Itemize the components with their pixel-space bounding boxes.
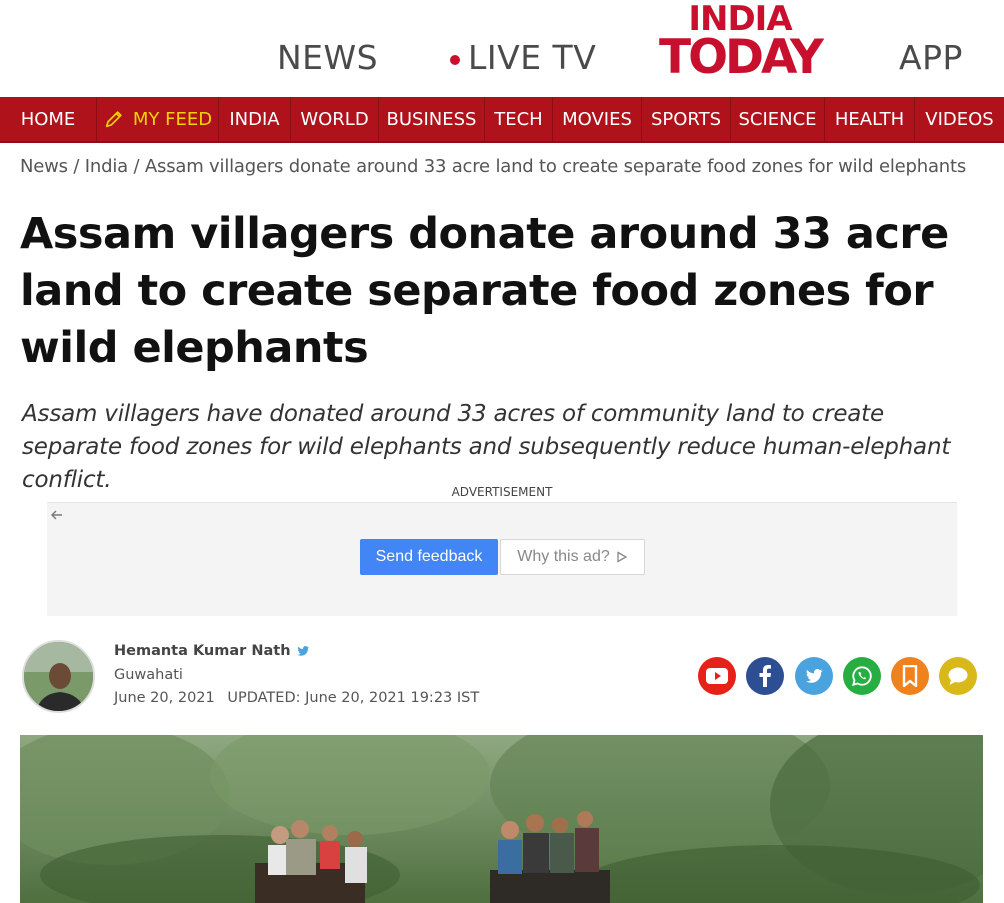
pencil-icon [105, 111, 122, 128]
india-today-logo[interactable]: INDIA TODAY [648, 2, 832, 82]
breadcrumb-news[interactable]: News [20, 156, 68, 177]
twitter-bird-icon[interactable] [296, 644, 310, 658]
article-dates: June 20, 2021 UPDATED: June 20, 2021 19:… [114, 690, 487, 706]
ad-box: Send feedback Why this ad? [47, 502, 957, 616]
comment-icon[interactable] [939, 657, 977, 695]
whatsapp-icon[interactable] [843, 657, 881, 695]
article-summary: Assam villagers have donated around 33 a… [22, 401, 951, 493]
live-dot-icon [450, 54, 460, 65]
nav-item-my-feed[interactable]: MY FEED [97, 97, 219, 141]
breadcrumb-separator: / [133, 156, 140, 177]
main-nav: HOME MY FEED INDIA WORLD BUSINESS TECH M… [0, 97, 1004, 143]
play-outline-icon [617, 551, 628, 563]
live-tv-label: LIVE TV [468, 38, 597, 77]
breadcrumb-india[interactable]: India [85, 156, 128, 177]
nav-item-india[interactable]: INDIA [219, 97, 291, 141]
top-news-link[interactable]: NEWS [277, 38, 378, 77]
why-this-ad-label: Why this ad? [517, 548, 610, 565]
breadcrumb: News / India / Assam villagers donate ar… [20, 156, 966, 177]
nav-item-science[interactable]: SCIENCE [731, 97, 825, 141]
nav-item-business[interactable]: BUSINESS [379, 97, 485, 141]
author-name[interactable]: Hemanta Kumar Nath [114, 643, 310, 659]
nav-item-world[interactable]: WORLD [291, 97, 379, 141]
top-header: NEWS LIVE TV INDIA TODAY APP [0, 0, 1004, 97]
breadcrumb-current: Assam villagers donate around 33 acre la… [144, 156, 967, 177]
send-feedback-button[interactable]: Send feedback [360, 539, 498, 575]
nav-item-health[interactable]: HEALTH [825, 97, 915, 141]
author-avatar[interactable] [22, 640, 95, 713]
author-photo [24, 642, 93, 711]
twitter-icon[interactable] [795, 657, 833, 695]
updated-date: UPDATED: June 20, 2021 19:23 IST [227, 690, 480, 706]
logo-line2: TODAY [659, 30, 824, 85]
nav-item-videos[interactable]: VIDEOS [915, 97, 1004, 141]
author-name-label: Hemanta Kumar Nath [114, 643, 291, 659]
nav-item-movies[interactable]: MOVIES [553, 97, 642, 141]
published-date: June 20, 2021 [114, 690, 215, 706]
nav-item-tech[interactable]: TECH [485, 97, 553, 141]
arrow-left-icon[interactable] [49, 507, 65, 523]
top-live-tv-link[interactable]: LIVE TV [450, 38, 596, 77]
top-app-link[interactable]: APP [899, 38, 963, 77]
elephant-safari-photo [20, 735, 983, 903]
author-location: Guwahati [114, 667, 183, 683]
why-this-ad-button[interactable]: Why this ad? [500, 539, 645, 575]
facebook-icon[interactable] [746, 657, 784, 695]
bookmark-icon[interactable] [891, 657, 929, 695]
breadcrumb-separator: / [73, 156, 80, 177]
nav-item-home[interactable]: HOME [0, 97, 97, 141]
article-hero-image [20, 735, 983, 903]
nav-item-my-feed-label: MY FEED [132, 108, 213, 130]
nav-item-sports[interactable]: SPORTS [642, 97, 731, 141]
youtube-icon[interactable] [698, 657, 736, 695]
advertisement-label: ADVERTISEMENT [451, 485, 553, 499]
article-headline: Assam villagers donate around 33 acre la… [20, 209, 949, 373]
